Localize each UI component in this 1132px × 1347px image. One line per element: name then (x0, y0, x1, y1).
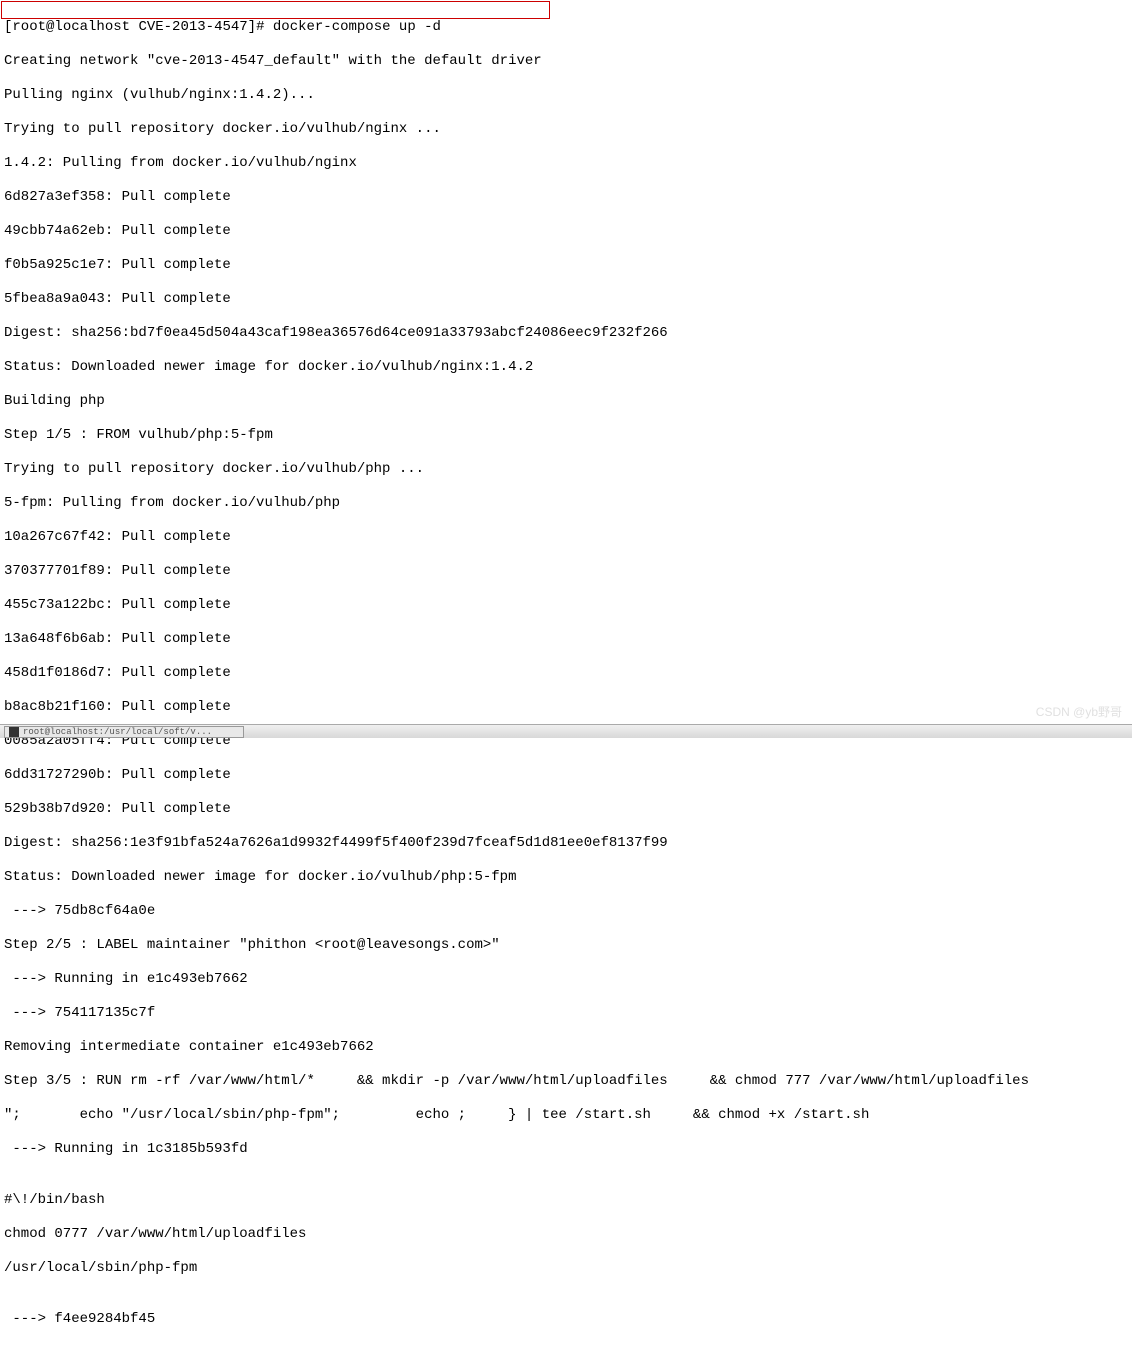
prompt-symbol: # (256, 19, 264, 35)
output-line: Trying to pull repository docker.io/vulh… (4, 461, 1128, 478)
output-line: 6d827a3ef358: Pull complete (4, 189, 1128, 206)
output-line: #\!/bin/bash (4, 1192, 1128, 1209)
output-line: Step 3/5 : RUN rm -rf /var/www/html/* &&… (4, 1073, 1128, 1090)
output-line: "; echo "/usr/local/sbin/php-fpm"; echo … (4, 1107, 1128, 1124)
output-line: 49cbb74a62eb: Pull complete (4, 223, 1128, 240)
taskbar-window-button[interactable]: root@localhost:/usr/local/soft/v... (4, 726, 244, 738)
output-line: Digest: sha256:1e3f91bfa524a7626a1d9932f… (4, 835, 1128, 852)
output-line: 455c73a122bc: Pull complete (4, 597, 1128, 614)
output-line: 529b38b7d920: Pull complete (4, 801, 1128, 818)
terminal-icon (9, 727, 19, 737)
output-line: 370377701f89: Pull complete (4, 563, 1128, 580)
output-line: Removing intermediate container e1c493eb… (4, 1039, 1128, 1056)
output-line: 458d1f0186d7: Pull complete (4, 665, 1128, 682)
output-line: ---> f4ee9284bf45 (4, 1311, 1128, 1328)
output-line: 5-fpm: Pulling from docker.io/vulhub/php (4, 495, 1128, 512)
output-line: ---> 754117135c7f (4, 1005, 1128, 1022)
output-line: /usr/local/sbin/php-fpm (4, 1260, 1128, 1277)
prompt-line: [root@localhost CVE-2013-4547]# docker-c… (4, 19, 1128, 36)
output-line: Digest: sha256:bd7f0ea45d504a43caf198ea3… (4, 325, 1128, 342)
output-line: Pulling nginx (vulhub/nginx:1.4.2)... (4, 87, 1128, 104)
output-line: 1.4.2: Pulling from docker.io/vulhub/ngi… (4, 155, 1128, 172)
output-line: Step 2/5 : LABEL maintainer "phithon <ro… (4, 937, 1128, 954)
prompt-host: localhost (54, 19, 130, 35)
output-line: Status: Downloaded newer image for docke… (4, 869, 1128, 886)
output-line: 13a648f6b6ab: Pull complete (4, 631, 1128, 648)
taskbar-item-label: root@localhost:/usr/local/soft/v... (23, 727, 212, 737)
prompt-user: root (12, 19, 46, 35)
output-line: Building php (4, 393, 1128, 410)
output-line: 5fbea8a9a043: Pull complete (4, 291, 1128, 308)
output-line: chmod 0777 /var/www/html/uploadfiles (4, 1226, 1128, 1243)
output-line: ---> 75db8cf64a0e (4, 903, 1128, 920)
output-line: f0b5a925c1e7: Pull complete (4, 257, 1128, 274)
output-line: 10a267c67f42: Pull complete (4, 529, 1128, 546)
terminal-output[interactable]: [root@localhost CVE-2013-4547]# docker-c… (0, 0, 1132, 1347)
output-line: Status: Downloaded newer image for docke… (4, 359, 1128, 376)
output-line: b8ac8b21f160: Pull complete (4, 699, 1128, 716)
output-line: Creating network "cve-2013-4547_default"… (4, 53, 1128, 70)
prompt-command: docker-compose up -d (273, 19, 441, 35)
output-line: 6dd31727290b: Pull complete (4, 767, 1128, 784)
prompt-dir: CVE-2013-4547 (138, 19, 247, 35)
output-line: ---> Running in e1c493eb7662 (4, 971, 1128, 988)
watermark-text: CSDN @yb野哥 (1036, 703, 1122, 720)
taskbar: root@localhost:/usr/local/soft/v... (0, 724, 1132, 738)
output-line: Trying to pull repository docker.io/vulh… (4, 121, 1128, 138)
output-line: ---> Running in 1c3185b593fd (4, 1141, 1128, 1158)
output-line: Step 1/5 : FROM vulhub/php:5-fpm (4, 427, 1128, 444)
